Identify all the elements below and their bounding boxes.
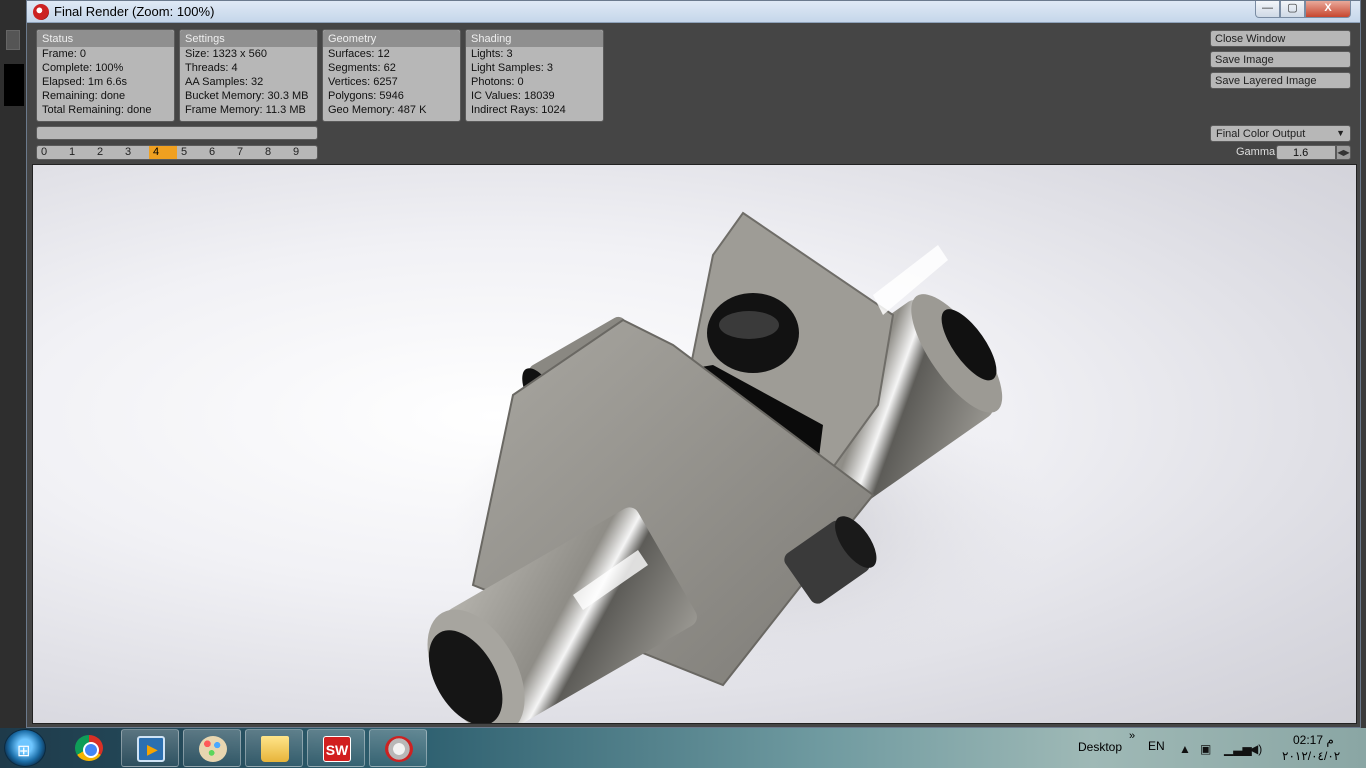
status-total-remaining: Total Remaining: done [42,104,152,116]
status-panel: Status Frame: 0 Complete: 100% Elapsed: … [36,29,175,122]
frame-buffer-selector: 0 1 2 3 4 5 6 7 8 9 [36,145,318,160]
gamma-label: Gamma [1236,146,1276,158]
settings-frame-memory: Frame Memory: 11.3 MB [185,104,306,116]
status-elapsed: Elapsed: 1m 6.6s [42,76,127,88]
geometry-panel: Geometry Surfaces: 12 Segments: 62 Verti… [322,29,461,122]
save-image-button[interactable]: Save Image [1210,51,1351,68]
desktop-toolbar-label[interactable]: Desktop [1078,740,1122,754]
maximize-button[interactable]: ▢ [1280,1,1305,18]
output-select-value: Final Color Output [1216,128,1306,140]
start-button[interactable]: ⊞ [4,729,46,767]
chevron-down-icon: ▼ [1336,128,1345,138]
panel-title: Settings [180,30,317,47]
gamma-spinner-icon[interactable]: ◀▶ [1336,145,1351,160]
frame-tab[interactable]: 8 [261,146,289,159]
background-app-strip [0,0,28,728]
volume-icon[interactable]: ◀) [1249,742,1262,756]
clock-date[interactable]: ٢٠١٢/٠٤/٠٢ [1282,749,1340,763]
geometry-surfaces: Surfaces: 12 [328,48,390,60]
frame-tab[interactable]: 0 [37,146,65,159]
render-viewport [32,164,1357,724]
frame-tab[interactable]: 6 [205,146,233,159]
taskbar-solidworks-render[interactable] [369,729,427,767]
taskbar-paint[interactable] [183,729,241,767]
geometry-polygons: Polygons: 5946 [328,90,404,102]
status-remaining: Remaining: done [42,90,126,102]
solidworks-icon: SW [323,736,351,762]
pause-icon[interactable] [6,30,20,50]
status-complete: Complete: 100% [42,62,124,74]
shading-light-samples: Light Samples: 3 [471,62,553,74]
close-button[interactable]: X [1305,1,1351,18]
window-title: Final Render (Zoom: 100%) [54,4,215,19]
shading-panel: Shading Lights: 3 Light Samples: 3 Photo… [465,29,604,122]
render-app-icon [33,4,49,20]
panel-title: Shading [466,30,603,47]
shading-lights: Lights: 3 [471,48,513,60]
action-center-icon[interactable]: ▣ [1200,742,1211,756]
render-progress-bar [36,126,318,140]
media-player-icon [137,736,165,762]
settings-bucket-memory: Bucket Memory: 30.3 MB [185,90,309,102]
title-bar[interactable]: Final Render (Zoom: 100%) — ▢ X [27,1,1360,23]
language-indicator[interactable]: EN [1148,739,1165,753]
gamma-input[interactable]: 1.6 [1276,145,1336,160]
windows-logo-icon: ⊞ [17,743,31,760]
frame-tab[interactable]: 2 [93,146,121,159]
rendered-model-image [427,211,1053,723]
settings-aa-samples: AA Samples: 32 [185,76,264,88]
tray-expand-icon[interactable]: ▲ [1179,742,1191,756]
network-signal-icon[interactable]: ▁▃▅ [1224,742,1252,756]
paint-icon [199,736,227,762]
output-select[interactable]: Final Color Output ▼ [1210,125,1351,142]
chrome-icon [75,735,103,761]
frame-tab[interactable]: 7 [233,146,261,159]
taskbar-chrome[interactable] [60,729,118,767]
panel-title: Status [37,30,174,47]
taskbar-solidworks[interactable]: SW [307,729,365,767]
geometry-segments: Segments: 62 [328,62,396,74]
frame-tab[interactable]: 5 [177,146,205,159]
status-frame: Frame: 0 [42,48,87,60]
settings-threads: Threads: 4 [185,62,238,74]
folder-icon [261,736,289,762]
taskbar-media-player[interactable] [121,729,179,767]
background-app-panel [4,64,24,106]
frame-tab[interactable]: 1 [65,146,93,159]
taskbar: ⊞ SW Desktop » EN ▲ ▣ ▁▃▅ ◀) 02:17 م ٢٠١… [0,728,1366,768]
taskbar-explorer[interactable] [245,729,303,767]
panel-title: Geometry [323,30,460,47]
geometry-geo-memory: Geo Memory: 487 K [328,104,427,116]
frame-tab[interactable]: 3 [121,146,149,159]
frame-tab[interactable]: 9 [289,146,317,159]
settings-panel: Settings Size: 1323 x 560 Threads: 4 AA … [179,29,318,122]
shading-ic-values: IC Values: 18039 [471,90,555,102]
shading-photons: Photons: 0 [471,76,524,88]
clock-time[interactable]: 02:17 م [1293,733,1334,747]
render-app-icon [385,736,413,762]
save-layered-image-button[interactable]: Save Layered Image [1210,72,1351,89]
shading-indirect-rays: Indirect Rays: 1024 [471,104,566,116]
close-window-button[interactable]: Close Window [1210,30,1351,47]
minimize-button[interactable]: — [1255,1,1280,18]
frame-tab[interactable]: 4 [149,146,177,159]
final-render-window: Final Render (Zoom: 100%) — ▢ X Status F… [26,0,1361,728]
toolbar-overflow-icon[interactable]: » [1129,730,1135,742]
geometry-vertices: Vertices: 6257 [328,76,398,88]
settings-size: Size: 1323 x 560 [185,48,267,60]
